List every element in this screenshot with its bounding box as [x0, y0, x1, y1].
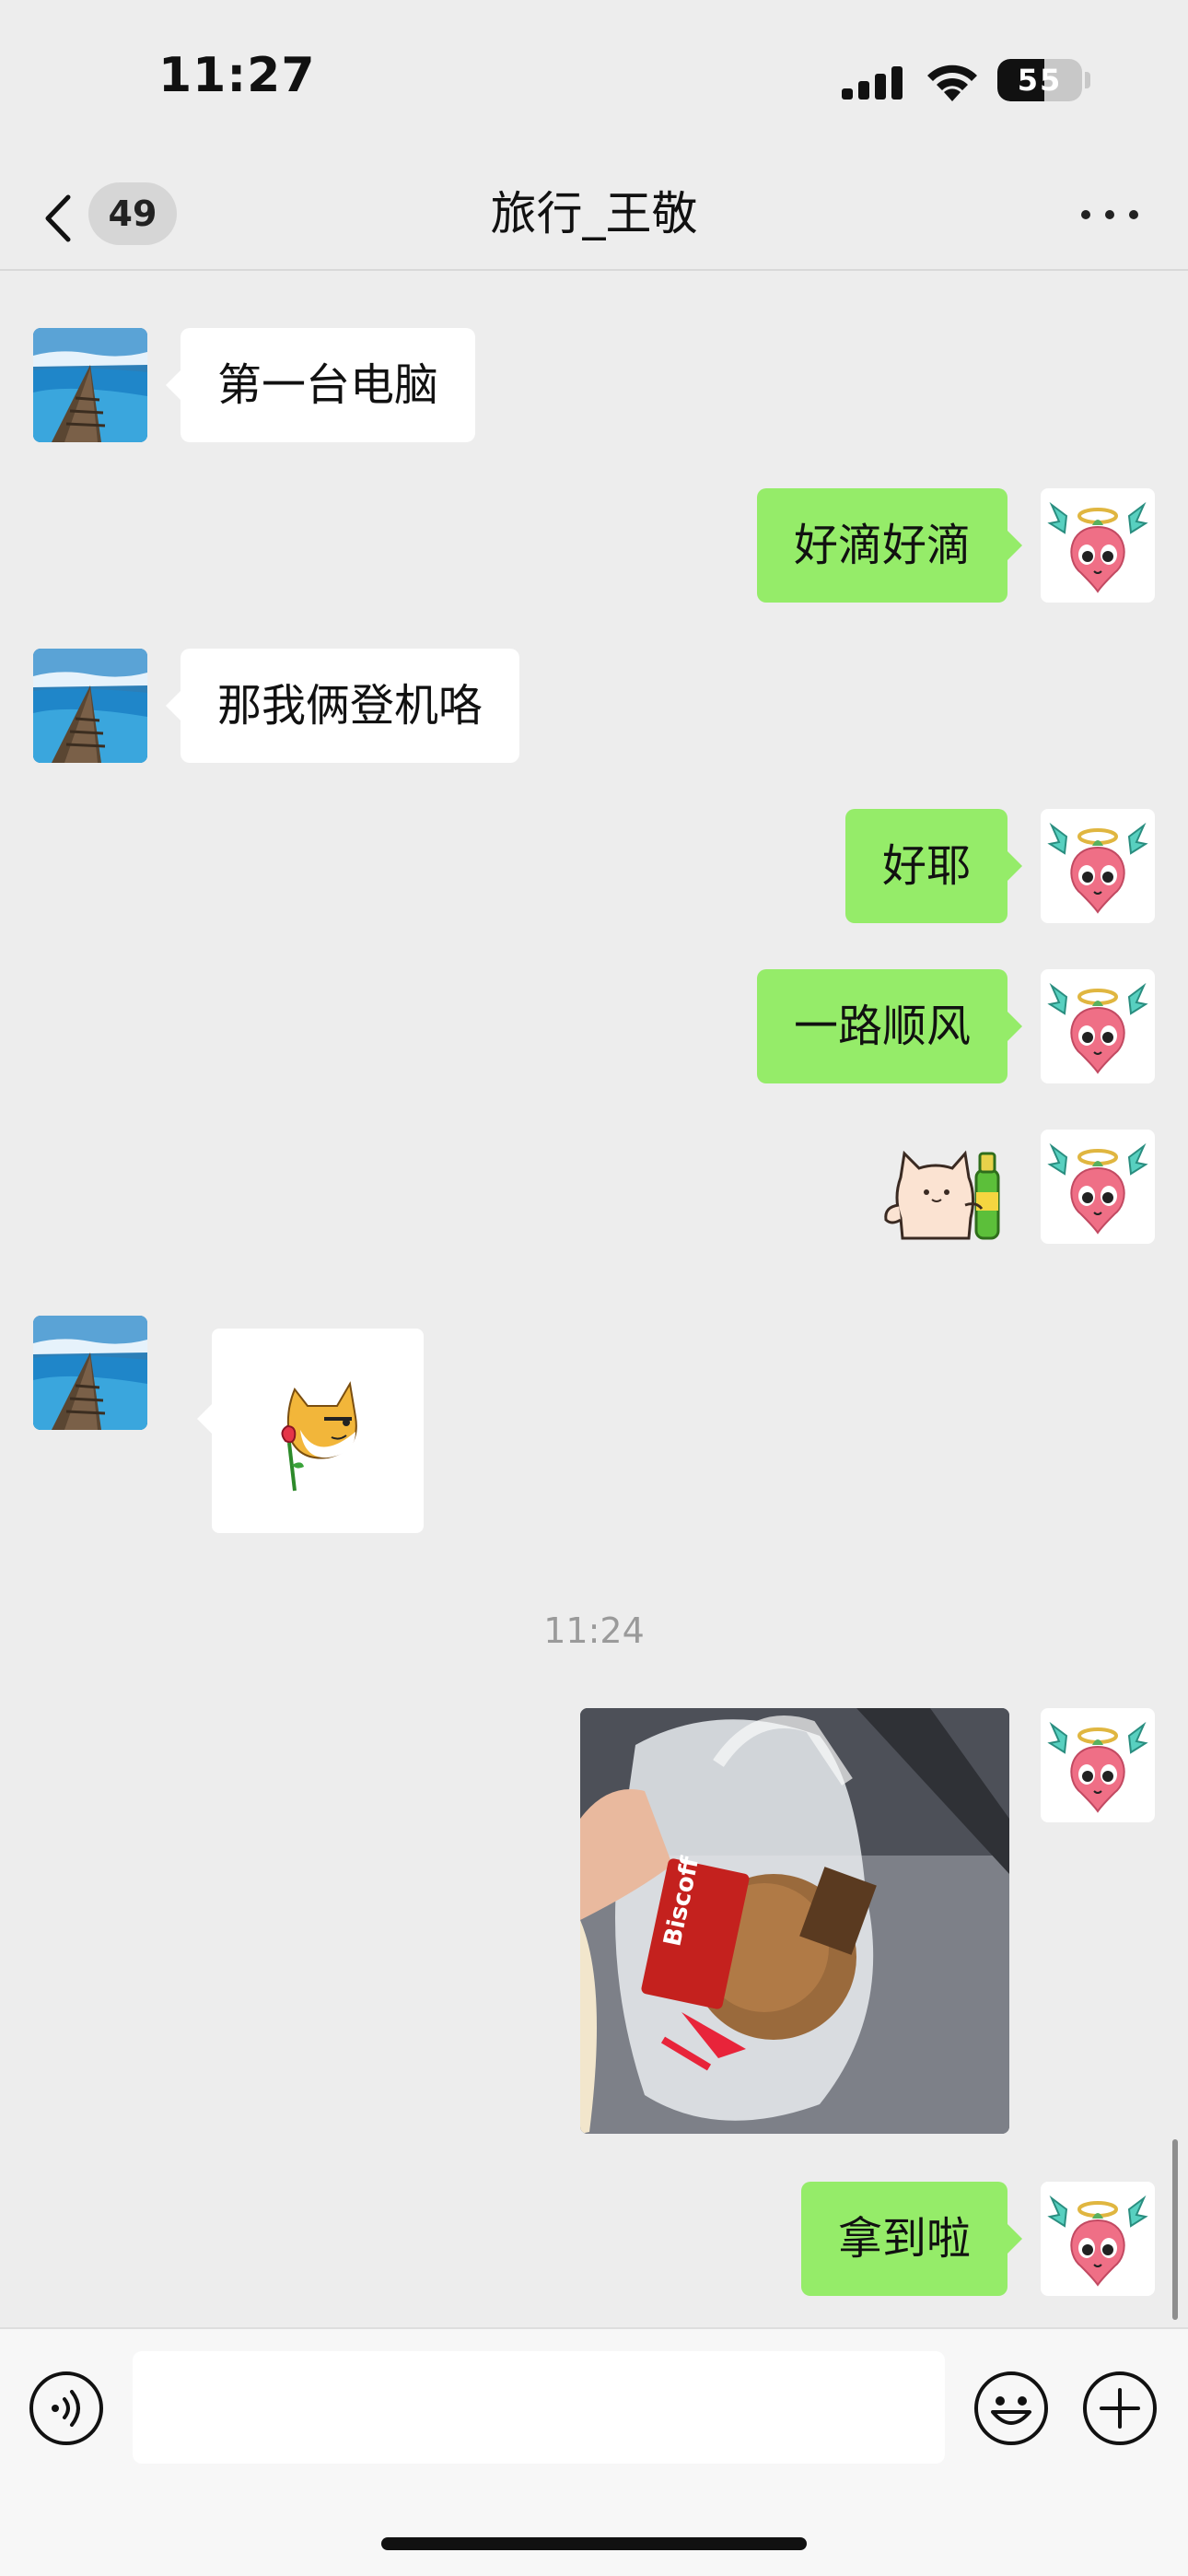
back-button[interactable]: 49 — [37, 177, 184, 251]
message-input[interactable] — [133, 2351, 945, 2464]
chevron-left-icon — [45, 194, 71, 242]
contact-avatar[interactable] — [33, 328, 147, 442]
status-time: 11:27 — [158, 48, 316, 103]
cat-with-drink-sticker[interactable] — [880, 1141, 1009, 1242]
contact-avatar[interactable] — [33, 649, 147, 763]
self-avatar[interactable] — [1041, 809, 1155, 923]
more-horizontal-icon — [1105, 210, 1114, 219]
battery-level: 55 — [1017, 63, 1063, 98]
plus-circle-icon[interactable] — [1081, 2370, 1159, 2447]
sticker-message[interactable] — [197, 1329, 424, 1533]
unread-count-badge: 49 — [88, 182, 177, 245]
photo-message[interactable]: Biscoff — [580, 1708, 1009, 2134]
photo-biscoff-snack-bag: Biscoff — [580, 1708, 1009, 2134]
message-bubble[interactable]: 那我俩登机咯 — [165, 649, 520, 763]
scroll-indicator[interactable] — [1172, 2139, 1178, 2320]
more-horizontal-icon — [1129, 210, 1138, 219]
nav-bar: 49 旅行_王敬 — [0, 157, 1188, 271]
more-button[interactable] — [1077, 193, 1144, 234]
self-avatar[interactable] — [1041, 969, 1155, 1083]
self-avatar[interactable] — [1041, 1708, 1155, 1822]
self-avatar[interactable] — [1041, 2182, 1155, 2296]
message-bubble[interactable]: 好耶 — [844, 809, 1023, 923]
message-timestamp: 11:24 — [543, 1610, 645, 1651]
battery-icon: 55 — [997, 59, 1082, 101]
home-indicator[interactable] — [381, 2537, 807, 2550]
status-bar: 11:27 55 — [0, 0, 1188, 157]
voice-input-icon[interactable] — [28, 2370, 105, 2447]
emoji-icon[interactable] — [973, 2370, 1050, 2447]
more-horizontal-icon — [1081, 210, 1090, 219]
self-avatar[interactable] — [1041, 488, 1155, 603]
contact-avatar[interactable] — [33, 1316, 147, 1430]
message-bubble[interactable]: 拿到啦 — [800, 2182, 1023, 2296]
message-bubble[interactable]: 第一台电脑 — [165, 328, 476, 442]
self-avatar[interactable] — [1041, 1130, 1155, 1244]
message-bubble[interactable]: 一路顺风 — [756, 969, 1023, 1083]
cellular-signal-icon — [842, 66, 903, 100]
wifi-icon — [927, 64, 977, 101]
shiba-with-rose-sticker — [281, 1381, 357, 1492]
chat-title: 旅行_王敬 — [490, 187, 698, 240]
battery-cap — [1085, 72, 1090, 88]
message-bubble[interactable]: 好滴好滴 — [756, 488, 1023, 603]
